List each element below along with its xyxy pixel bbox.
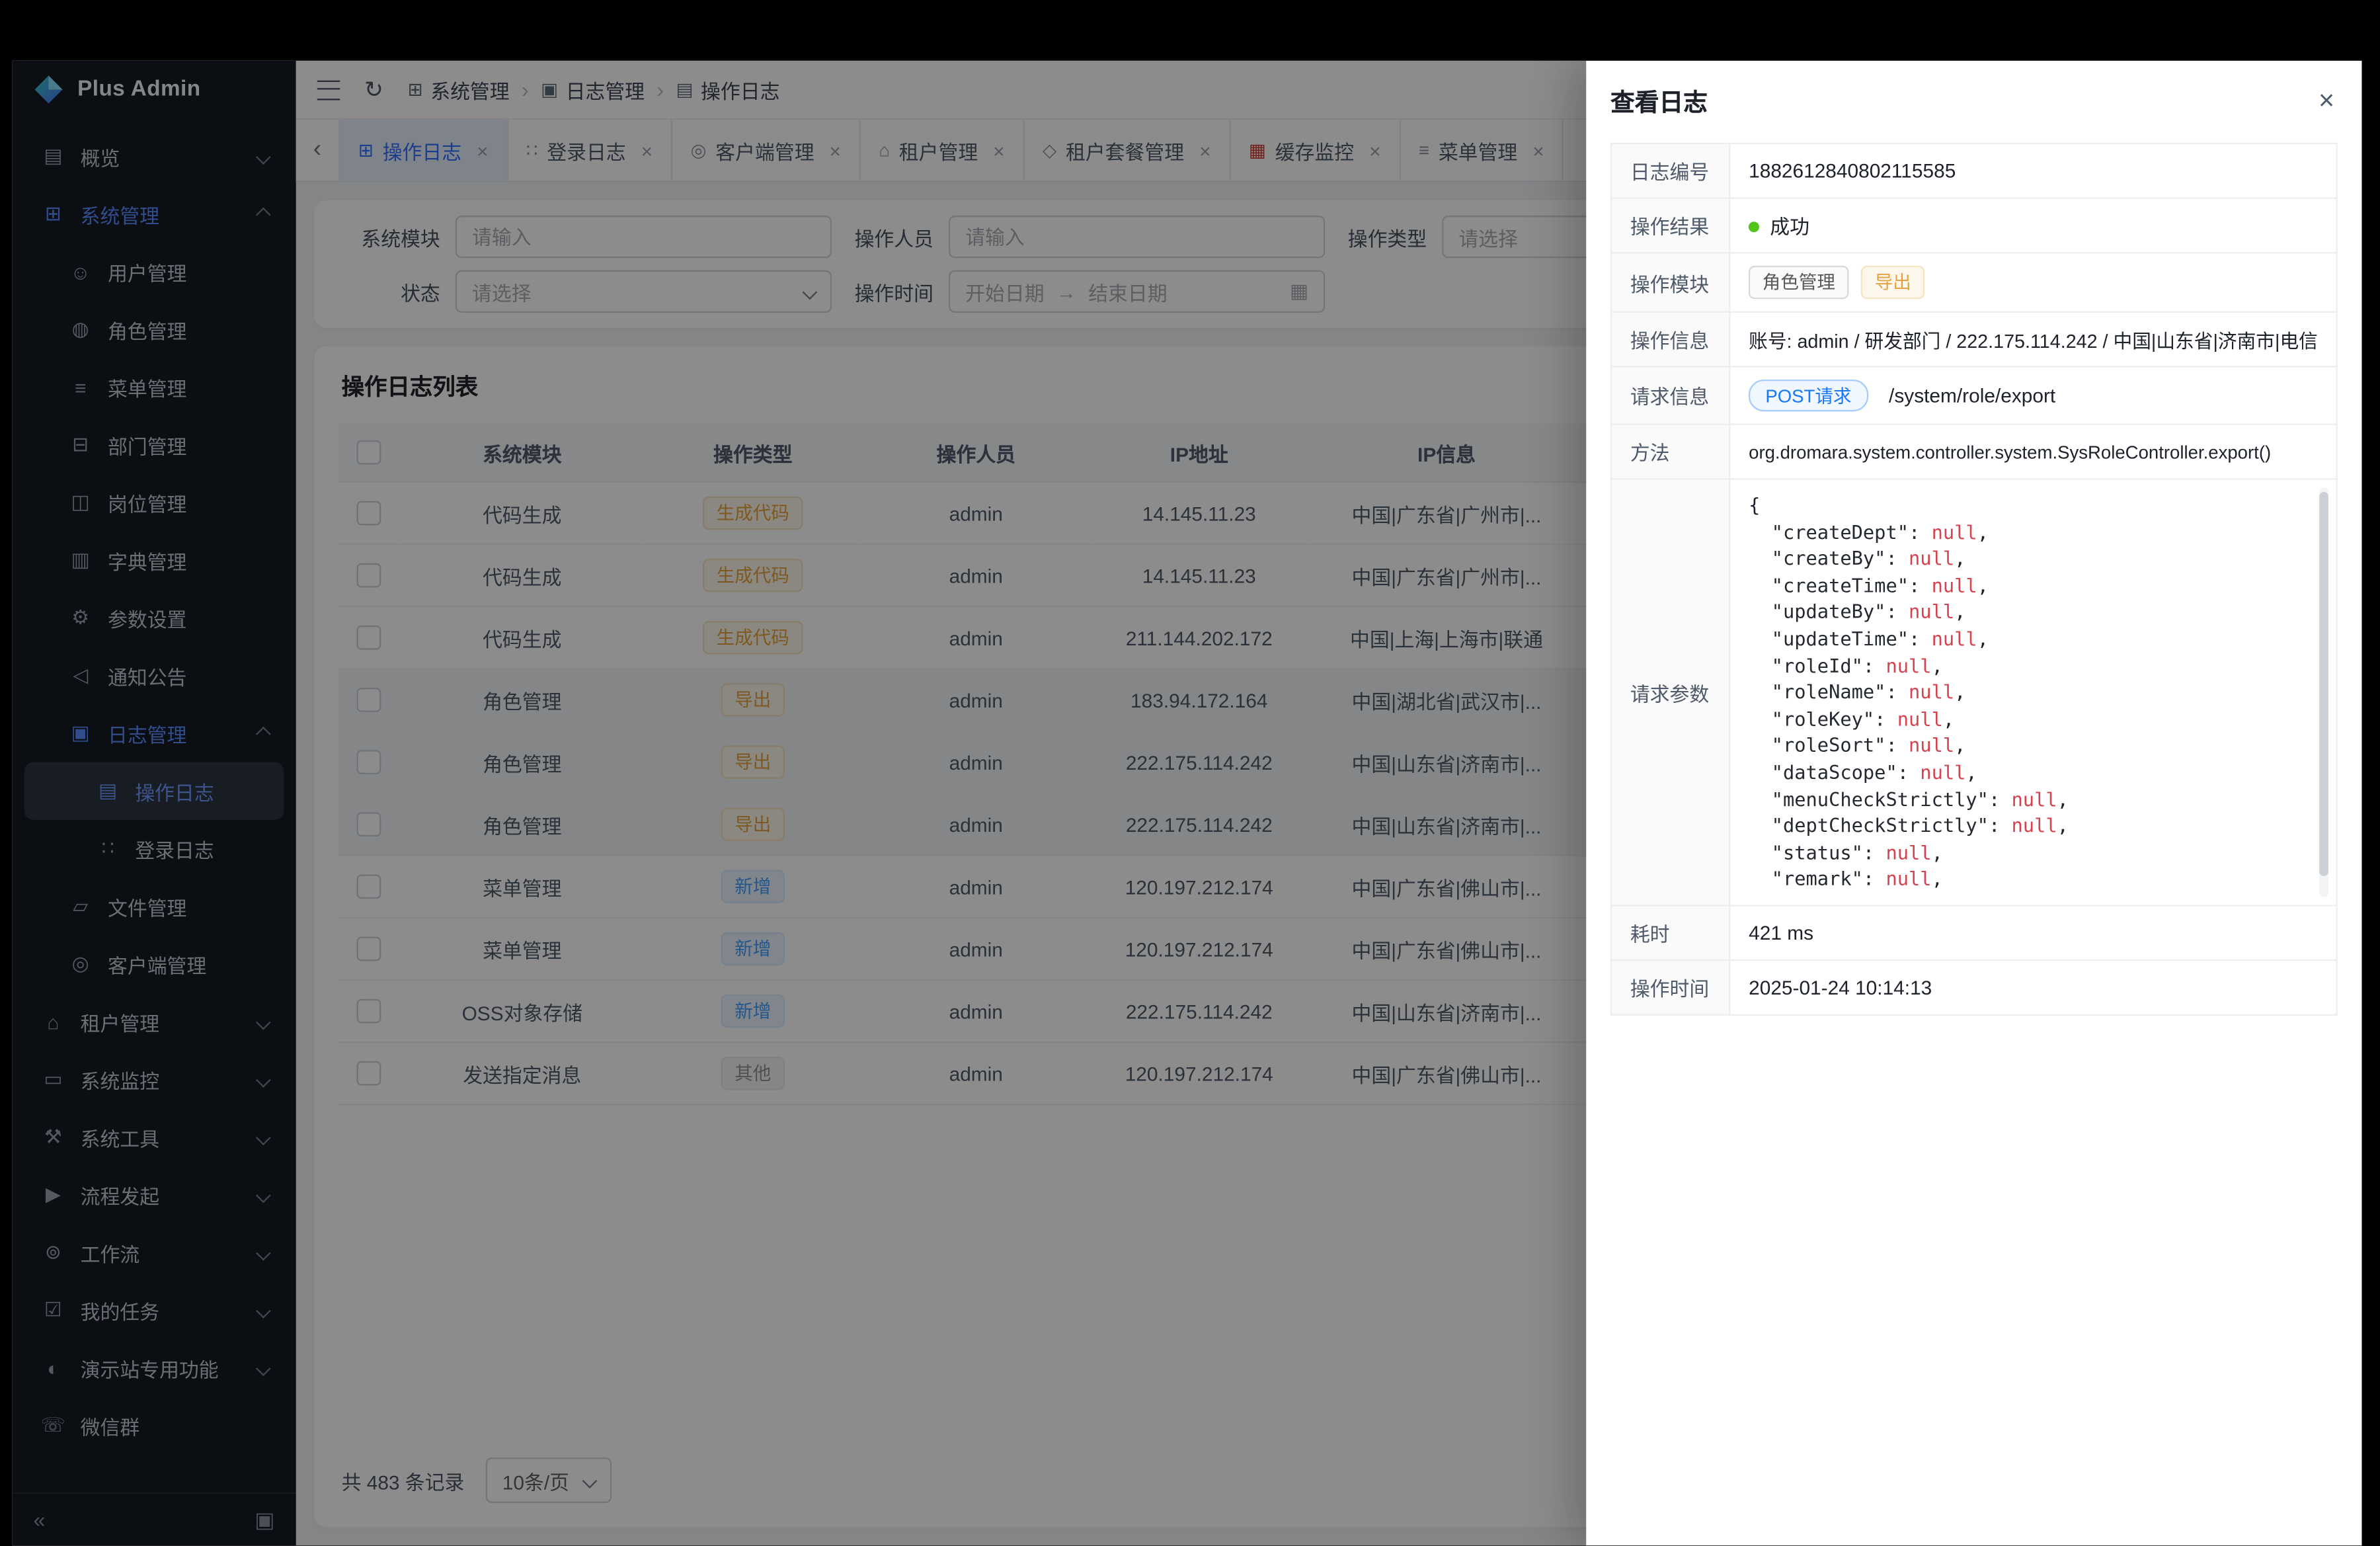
json-null-value: null: [1909, 680, 1954, 703]
json-null-value: null: [1885, 868, 1931, 890]
json-scrollbar-track: [2319, 487, 2328, 897]
success-dot-icon: [1749, 222, 1759, 232]
detail-label: 日志编号: [1611, 143, 1729, 198]
json-line: "roleId": null,: [1749, 652, 2318, 678]
screen: Plus Admin ▤概览⊞系统管理☺用户管理◍角色管理≡菜单管理⊟部门管理◫…: [0, 0, 2380, 1546]
detail-label: 操作时间: [1611, 960, 1729, 1015]
json-key: "remark":: [1749, 868, 1885, 890]
json-null-value: null: [1897, 707, 1943, 729]
json-key: "deptCheckStrictly":: [1749, 814, 2011, 836]
log-detail-table: 日志编号 1882612840802115585 操作结果 成功 操作模块 角色…: [1610, 143, 2338, 1016]
drawer-header: 查看日志 ×: [1586, 61, 2361, 134]
detail-row-request: 请求信息 POST请求 /system/role/export: [1611, 366, 2336, 424]
detail-row-method: 方法 org.dromara.system.controller.system.…: [1611, 425, 2336, 479]
json-null-value: null: [1885, 654, 1931, 676]
module-tags: 角色管理导出: [1729, 253, 2336, 312]
detail-label: 方法: [1611, 425, 1729, 479]
json-key: "roleId":: [1749, 654, 1885, 676]
json-null-value: null: [2012, 788, 2057, 810]
json-key: "createDept":: [1749, 520, 1931, 543]
json-scrollbar-thumb[interactable]: [2319, 491, 2328, 877]
json-null-value: null: [1909, 547, 1954, 569]
detail-label: 请求信息: [1611, 366, 1729, 424]
detail-row-module: 操作模块 角色管理导出: [1611, 253, 2336, 312]
request-url: /system/role/export: [1889, 384, 2055, 407]
json-line: "status": null,: [1749, 839, 2318, 866]
json-line: "updateTime": null,: [1749, 626, 2318, 652]
detail-row-log-id: 日志编号 1882612840802115585: [1611, 143, 2336, 198]
json-key: "roleName":: [1749, 680, 1909, 703]
json-line: "roleSort": null,: [1749, 732, 2318, 758]
module-tag: 导出: [1861, 266, 1924, 300]
detail-row-time: 操作时间 2025-01-24 10:14:13: [1611, 960, 2336, 1015]
json-key: "roleKey":: [1749, 707, 1897, 729]
duration-value: 421 ms: [1729, 906, 2336, 961]
json-key: "status":: [1749, 840, 1885, 863]
operation-time-value: 2025-01-24 10:14:13: [1729, 960, 2336, 1015]
json-line: "createDept": null,: [1749, 518, 2318, 545]
log-id-value: 1882612840802115585: [1729, 143, 2336, 198]
app-window: Plus Admin ▤概览⊞系统管理☺用户管理◍角色管理≡菜单管理⊟部门管理◫…: [12, 61, 2361, 1545]
detail-label: 操作模块: [1611, 253, 1729, 312]
detail-label: 操作信息: [1611, 312, 1729, 367]
detail-row-result: 操作结果 成功: [1611, 198, 2336, 253]
detail-row-params: 请求参数 { "createDept": null, "createBy": n…: [1611, 479, 2336, 905]
detail-label: 操作结果: [1611, 198, 1729, 253]
json-line: "roleName": null,: [1749, 679, 2318, 706]
log-detail-drawer: 查看日志 × 日志编号 1882612840802115585 操作结果 成功 …: [1586, 61, 2361, 1545]
json-null-value: null: [1932, 520, 1977, 543]
json-null-value: null: [1909, 600, 1954, 623]
request-params-json[interactable]: { "createDept": null, "createBy": null, …: [1749, 492, 2318, 893]
detail-label: 请求参数: [1611, 479, 1729, 905]
close-drawer-icon[interactable]: ×: [2319, 87, 2334, 114]
json-key: "createTime":: [1749, 573, 1931, 596]
json-line: "createTime": null,: [1749, 572, 2318, 598]
detail-label: 耗时: [1611, 906, 1729, 961]
module-tag: 角色管理: [1749, 266, 1849, 300]
json-line: "remark": null,: [1749, 866, 2318, 892]
result-value: 成功: [1770, 216, 1809, 238]
json-line: {: [1749, 492, 2318, 518]
json-null-value: null: [1932, 573, 1977, 596]
json-line: "menuCheckStrictly": null,: [1749, 786, 2318, 812]
drawer-body: 日志编号 1882612840802115585 操作结果 成功 操作模块 角色…: [1586, 134, 2361, 1040]
drawer-title: 查看日志: [1610, 82, 1708, 118]
json-key: "updateBy":: [1749, 600, 1909, 623]
json-key: "menuCheckStrictly":: [1749, 788, 2011, 810]
json-key: "roleSort":: [1749, 734, 1909, 756]
json-null-value: null: [1932, 627, 1977, 649]
json-null-value: null: [1909, 734, 1954, 756]
json-null-value: null: [1885, 840, 1931, 863]
detail-row-info: 操作信息 账号: admin / 研发部门 / 222.175.114.242 …: [1611, 312, 2336, 367]
json-key: "dataScope":: [1749, 760, 1920, 783]
request-method-badge: POST请求: [1749, 380, 1868, 411]
json-line: "roleKey": null,: [1749, 706, 2318, 732]
json-line: "updateBy": null,: [1749, 598, 2318, 625]
json-line: "dataScope": null,: [1749, 759, 2318, 786]
json-line: "createBy": null,: [1749, 546, 2318, 572]
detail-row-duration: 耗时 421 ms: [1611, 906, 2336, 961]
json-key: "updateTime":: [1749, 627, 1931, 649]
operation-info-value: 账号: admin / 研发部门 / 222.175.114.242 / 中国|…: [1729, 312, 2336, 367]
json-line: "deptCheckStrictly": null,: [1749, 813, 2318, 839]
method-value: org.dromara.system.controller.system.Sys…: [1729, 425, 2336, 479]
json-key: "createBy":: [1749, 547, 1909, 569]
json-null-value: null: [1920, 760, 1965, 783]
json-null-value: null: [2012, 814, 2057, 836]
